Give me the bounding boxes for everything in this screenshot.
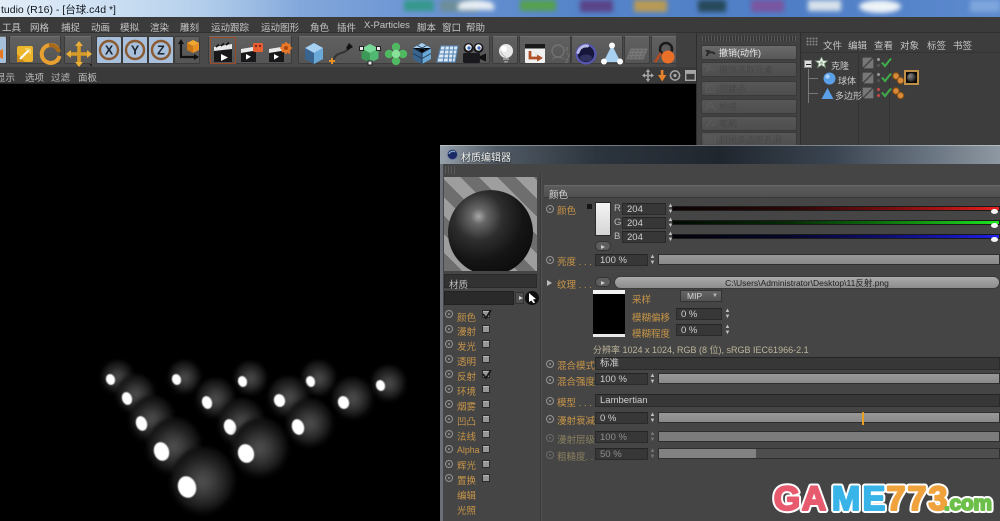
- svg-text:G: G: [774, 480, 800, 518]
- svg-text:M: M: [832, 480, 860, 518]
- svg-text:Y: Y: [131, 44, 140, 58]
- svg-text:7: 7: [887, 480, 906, 518]
- svg-text:E: E: [863, 480, 886, 518]
- svg-text:7: 7: [908, 480, 927, 518]
- svg-text:.com: .com: [944, 492, 992, 515]
- svg-text:A: A: [802, 480, 827, 518]
- svg-text:Z: Z: [157, 44, 165, 58]
- svg-text:z: z: [565, 58, 569, 65]
- svg-text:X: X: [105, 44, 114, 58]
